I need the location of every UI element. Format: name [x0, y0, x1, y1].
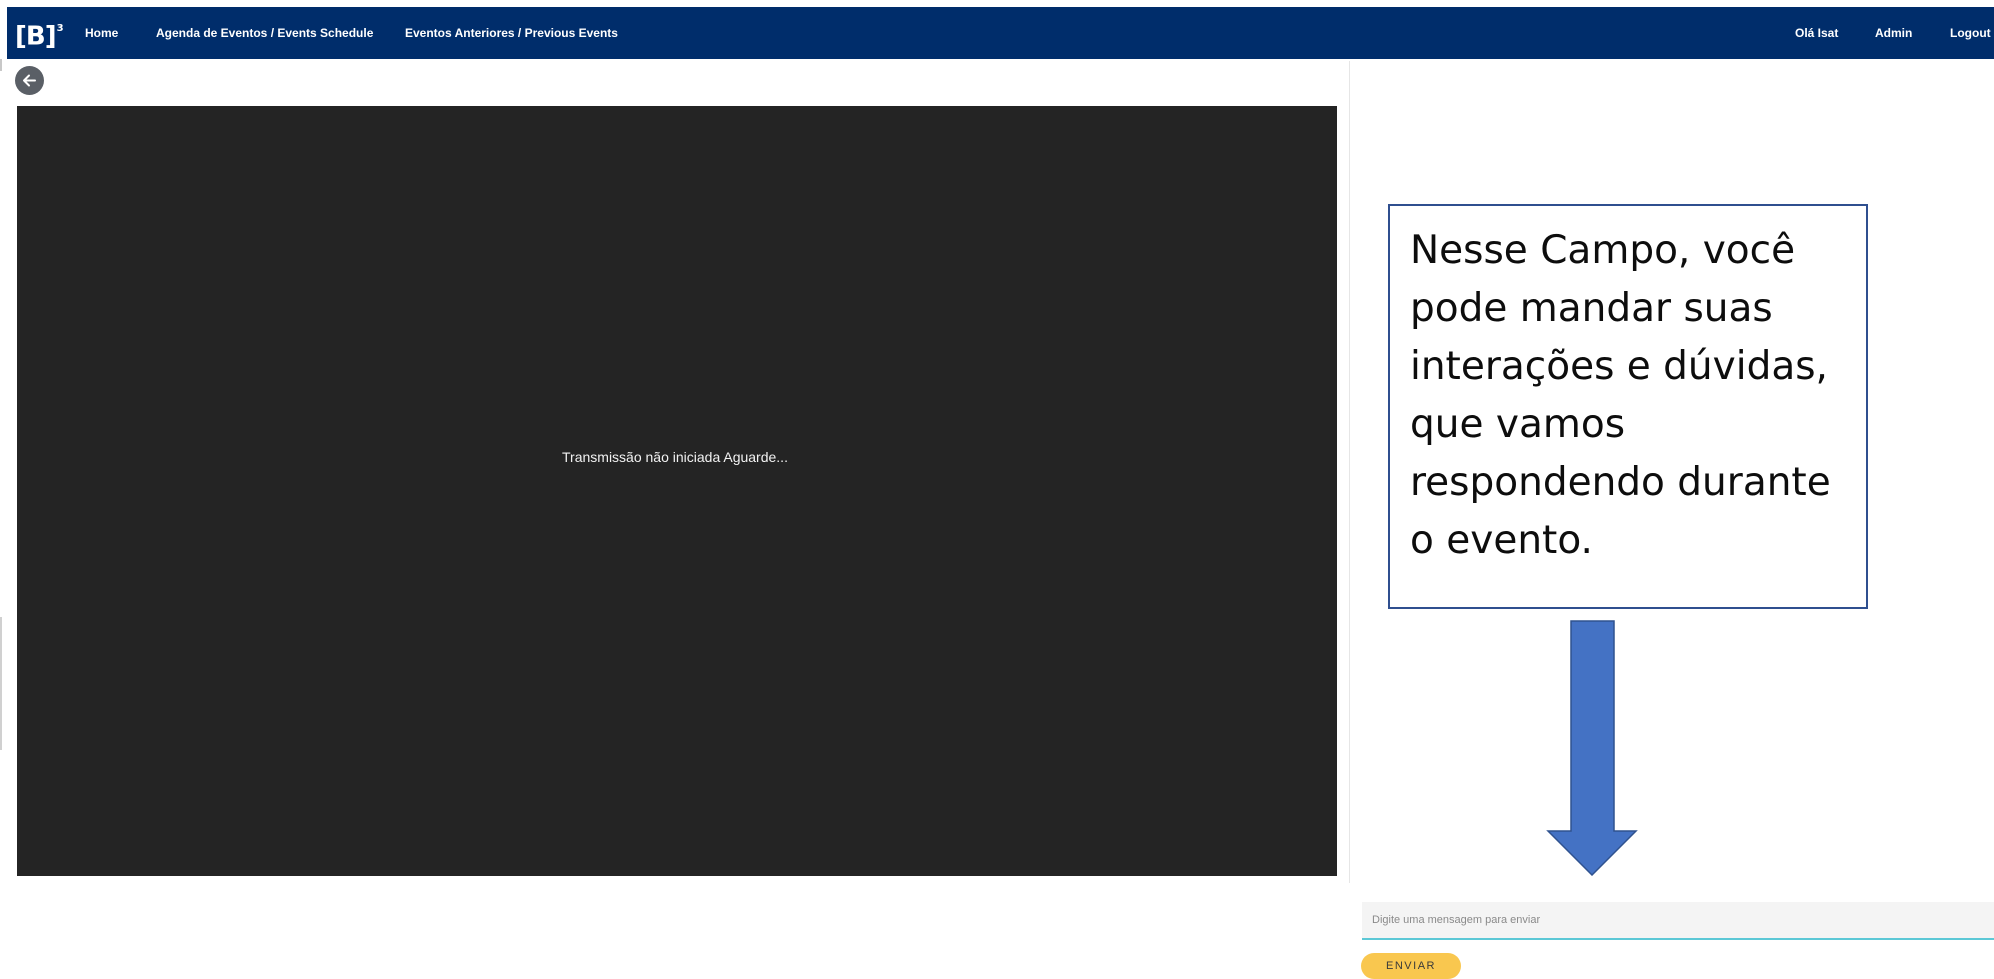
arrow-left-icon — [23, 74, 36, 87]
back-button[interactable] — [15, 66, 44, 95]
video-status-message: Transmissão não iniciada Aguarde... — [562, 449, 788, 465]
nav-admin[interactable]: Admin — [1875, 7, 1912, 59]
logo-text: [B] — [15, 21, 57, 52]
left-edge-divider — [0, 617, 2, 750]
chat-message-input[interactable] — [1362, 902, 1994, 938]
navbar: [B]3 Home Agenda de Eventos / Events Sch… — [7, 7, 1994, 59]
nav-greeting[interactable]: Olá Isat — [1795, 7, 1838, 59]
nav-home[interactable]: Home — [85, 7, 118, 59]
logo-superscript: 3 — [56, 23, 64, 34]
nav-events-schedule[interactable]: Agenda de Eventos / Events Schedule — [156, 7, 373, 59]
top-bar: [B]3 Home Agenda de Eventos / Events Sch… — [0, 0, 1994, 61]
video-player[interactable]: Transmissão não iniciada Aguarde... — [17, 106, 1337, 876]
instruction-callout: Nesse Campo, você pode mandar suas inter… — [1388, 204, 1868, 609]
b3-logo[interactable]: [B]3 — [15, 13, 64, 53]
nav-previous-events[interactable]: Eventos Anteriores / Previous Events — [405, 7, 618, 59]
nav-logout[interactable]: Logout — [1950, 7, 1991, 59]
arrow-down-icon — [1546, 620, 1638, 876]
chat-input-container — [1362, 902, 1994, 940]
send-button[interactable]: ENVIAR — [1361, 953, 1461, 979]
left-edge-divider-top — [0, 59, 2, 71]
callout-text: Nesse Campo, você pode mandar suas inter… — [1410, 228, 1831, 563]
